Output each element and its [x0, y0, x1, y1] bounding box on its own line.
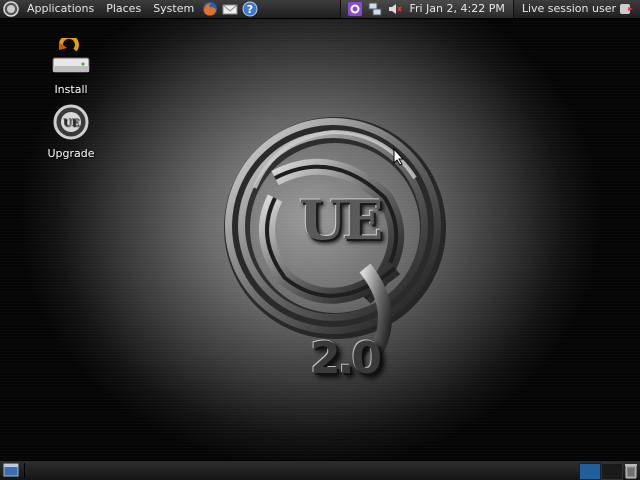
- desktop-icon-label: Install: [54, 83, 88, 96]
- shutdown-icon: [620, 4, 633, 14]
- notification-area: Fri Jan 2, 4:22 PM: [340, 0, 514, 18]
- bottom-panel: [0, 460, 640, 480]
- top-panel: Applications Places System ? Fri Jan 2, …: [0, 0, 640, 19]
- desktop-icon-label: Upgrade: [47, 147, 95, 160]
- network-icon[interactable]: [367, 1, 383, 17]
- show-desktop-icon[interactable]: [3, 463, 19, 477]
- svg-text:?: ?: [247, 3, 253, 16]
- wallpaper-logo: UE 2.0: [215, 108, 455, 428]
- menu-system[interactable]: System: [147, 0, 200, 18]
- menu-places[interactable]: Places: [100, 0, 147, 18]
- gear-settings-icon[interactable]: [347, 1, 363, 17]
- upgrade-ue-logo-icon: UE: [53, 104, 89, 140]
- svg-text:UE: UE: [63, 118, 80, 129]
- window-list[interactable]: [24, 463, 575, 478]
- system-tray: Fri Jan 2, 4:22 PM Live session user: [340, 0, 640, 18]
- ue-menu-logo-icon[interactable]: [3, 1, 19, 17]
- desktop-icon-upgrade[interactable]: UE Upgrade: [41, 104, 101, 160]
- help-icon[interactable]: ?: [242, 1, 258, 17]
- workspace-2[interactable]: [601, 463, 623, 480]
- clock[interactable]: Fri Jan 2, 4:22 PM: [405, 0, 508, 18]
- trash-icon[interactable]: [624, 462, 638, 479]
- mouse-pointer-icon: [393, 148, 405, 166]
- workspace-1[interactable]: [579, 463, 601, 480]
- desktop-icon-install[interactable]: Install: [41, 34, 101, 96]
- wallpaper-logo-text: UE: [299, 188, 383, 252]
- user-session-menu[interactable]: Live session user: [514, 0, 640, 18]
- session-user-label: Live session user: [521, 2, 616, 15]
- desktop[interactable]: UE 2.0 Install UE Upgrade: [0, 18, 640, 460]
- mail-icon[interactable]: [222, 1, 238, 17]
- firefox-icon[interactable]: [202, 1, 218, 17]
- install-drive-icon: [52, 34, 90, 73]
- wallpaper-version-text: 2.0: [310, 333, 382, 384]
- menu-applications[interactable]: Applications: [21, 0, 100, 18]
- volume-muted-icon[interactable]: [387, 1, 403, 17]
